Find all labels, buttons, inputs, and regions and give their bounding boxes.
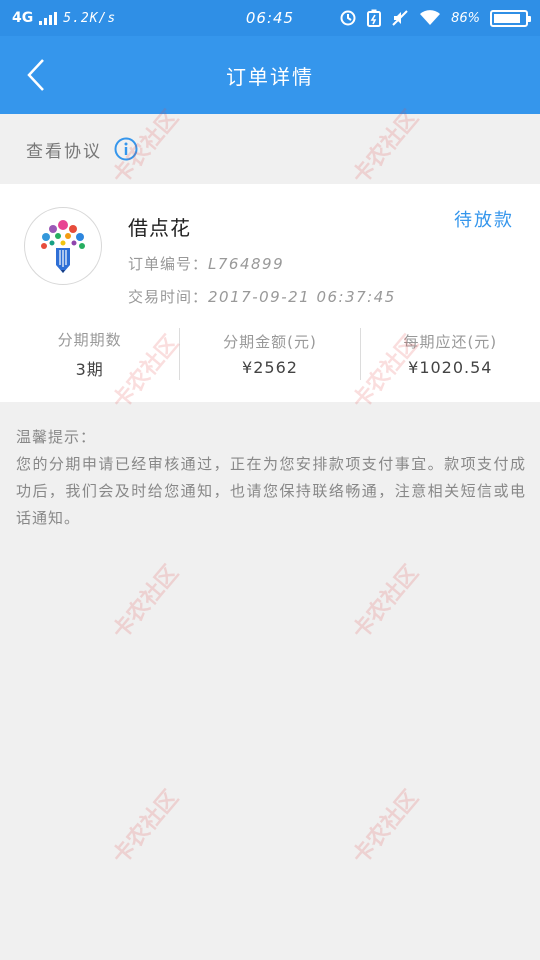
tip-body: 您的分期申请已经审核通过，正在为您安排款项支付事宜。款项支付成功后，我们会及时给… [16, 455, 526, 527]
back-button[interactable] [14, 53, 58, 97]
stat-per-installment: 每期应还(元) ¥1020.54 [359, 328, 540, 380]
stat-label: 每期应还(元) [403, 333, 498, 351]
order-number-row: 订单编号：L764899 [128, 253, 284, 274]
battery-fill [494, 13, 520, 23]
wifi-icon [419, 9, 441, 27]
order-number-label: 订单编号： [128, 255, 209, 273]
battery-saver-icon [367, 9, 382, 27]
mute-icon [391, 9, 409, 27]
alarm-icon [339, 9, 357, 27]
order-card: 借点花 待放款 订单编号：L764899 交易时间：2017-09-21 06:… [0, 184, 540, 402]
transaction-time-label: 交易时间： [128, 288, 209, 306]
tip-section: 温馨提示： 您的分期申请已经审核通过，正在为您安排款项支付事宜。款项支付成功后，… [16, 424, 526, 532]
installment-stats: 分期期数 3期 分期金额(元) ¥2562 每期应还(元) ¥1020.54 [0, 328, 540, 380]
pencil-logo-icon [41, 220, 85, 273]
order-number-value: L764899 [208, 255, 285, 273]
status-bar: 4G 5.2K/s 06:45 86% [0, 0, 540, 36]
page-title: 订单详情 [226, 64, 314, 89]
product-name: 借点花 [128, 216, 191, 240]
network-speed: 5.2K/s [63, 10, 117, 26]
watermark: 卡农社区 [108, 560, 184, 645]
status-right-group: 86% [339, 9, 531, 27]
stat-value: ¥2562 [242, 358, 298, 377]
battery-icon [490, 9, 531, 27]
view-protocol-row[interactable]: 查看协议 [0, 114, 540, 184]
watermark: 卡农社区 [348, 785, 424, 870]
stat-value: ¥1020.54 [408, 358, 493, 377]
stat-label: 分期期数 [57, 330, 122, 349]
stat-value: 3期 [75, 359, 104, 379]
view-protocol-label[interactable]: 查看协议 [26, 137, 102, 162]
stat-installment-amount: 分期金额(元) ¥2562 [179, 328, 359, 380]
battery-percent: 86% [451, 10, 480, 26]
watermark: 卡农社区 [108, 785, 184, 870]
stat-installment-count: 分期期数 3期 [0, 328, 179, 380]
nav-bar: 订单详情 [0, 36, 540, 114]
signal-bars-icon [39, 11, 58, 25]
product-logo [24, 207, 102, 285]
status-left-group: 4G 5.2K/s [12, 10, 202, 26]
watermark: 卡农社区 [348, 560, 424, 645]
transaction-time-value: 2017-09-21 06:37:45 [208, 288, 396, 306]
stat-label: 分期金额(元) [223, 333, 317, 351]
network-type: 4G [12, 10, 34, 26]
info-icon[interactable] [114, 137, 138, 161]
chevron-left-icon [27, 59, 44, 91]
tip-heading: 温馨提示： [16, 428, 97, 446]
transaction-time-row: 交易时间：2017-09-21 06:37:45 [128, 286, 396, 307]
order-status-badge: 待放款 [454, 210, 514, 231]
